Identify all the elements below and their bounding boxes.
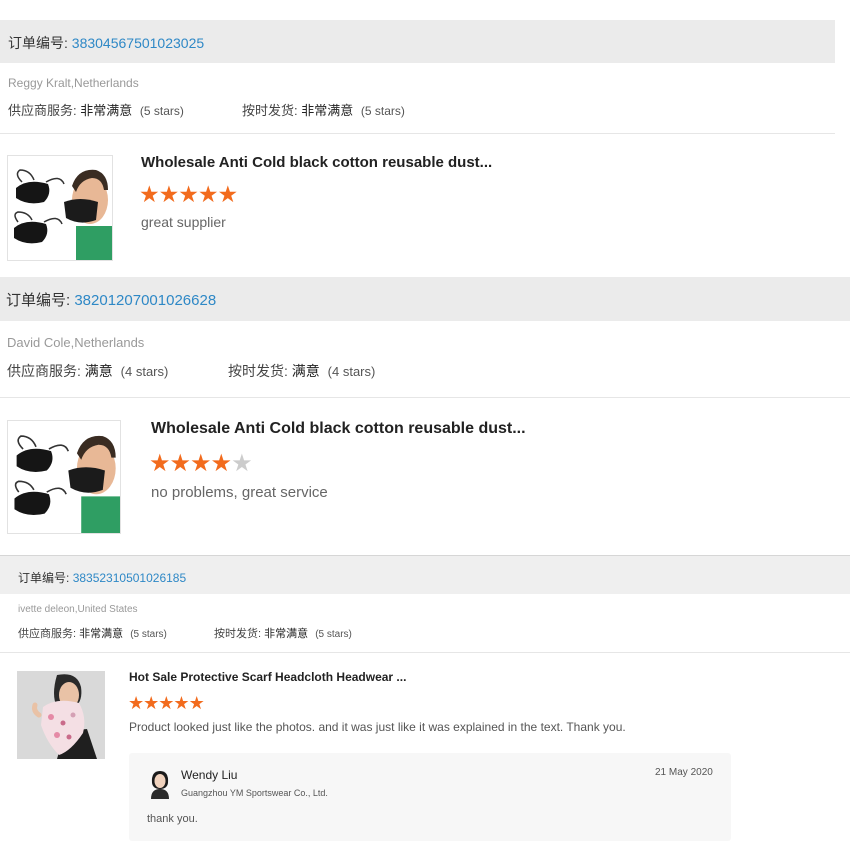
shipping-rating: 按时发货: 满意 (4 stars) <box>228 363 376 379</box>
star-icon: ★ <box>158 181 180 207</box>
review-comment: Product looked just like the photos. and… <box>129 720 626 734</box>
reply-text: thank you. <box>147 813 198 825</box>
supplier-reply: Wendy Liu Guangzhou YM Sportswear Co., L… <box>129 753 731 841</box>
order-number-label: 订单编号: <box>6 292 71 309</box>
avatar-icon <box>147 769 173 799</box>
buyer-name: Reggy Kralt,Netherlands <box>8 76 139 90</box>
review-comment: no problems, great service <box>151 484 328 501</box>
divider <box>0 397 850 398</box>
product-title[interactable]: Wholesale Anti Cold black cotton reusabl… <box>151 420 526 438</box>
shipping-rating: 按时发货: 非常满意 (5 stars) <box>214 628 352 640</box>
star-icon: ★ <box>188 693 205 713</box>
shipping-rating: 按时发货: 非常满意 (5 stars) <box>242 103 405 118</box>
mask-product-image[interactable] <box>7 420 121 534</box>
star-icon: ★ <box>210 450 232 477</box>
star-icon: ★ <box>173 693 189 713</box>
star-icon: ★ <box>231 450 252 477</box>
scarf-product-image[interactable] <box>17 671 105 759</box>
divider <box>0 133 835 134</box>
service-rating: 供应商服务: 满意 (4 stars) <box>7 363 169 379</box>
star-icon: ★ <box>217 181 239 207</box>
order-number-link[interactable]: 38352310501026185 <box>73 571 186 585</box>
service-rating: 供应商服务: 非常满意 (5 stars) <box>18 628 167 640</box>
star-icon: ★ <box>197 181 219 207</box>
star-icon: ★ <box>169 450 191 477</box>
star-icon: ★ <box>178 181 199 207</box>
buyer-name: ivette deleon,United States <box>18 604 138 615</box>
product-title[interactable]: Wholesale Anti Cold black cotton reusabl… <box>141 154 492 171</box>
review-comment: great supplier <box>141 214 226 230</box>
reply-date: 21 May 2020 <box>655 767 713 778</box>
service-rating: 供应商服务: 非常满意 (5 stars) <box>8 103 184 118</box>
mask-product-image[interactable] <box>7 155 113 261</box>
star-icon: ★ <box>143 693 159 713</box>
order-number-label: 订单编号: <box>18 571 70 585</box>
order-number-link[interactable]: 38304567501023025 <box>72 35 204 51</box>
product-title[interactable]: Hot Sale Protective Scarf Headcloth Head… <box>129 670 406 684</box>
star-icon: ★ <box>158 693 174 713</box>
reply-author-name: Wendy Liu <box>181 768 238 782</box>
order-number-label: 订单编号: <box>8 35 68 51</box>
reply-company: Guangzhou YM Sportswear Co., Ltd. <box>181 788 328 798</box>
order-header: 订单编号: 38304567501023025 <box>0 20 835 63</box>
order-header: 订单编号: 38352310501026185 <box>0 556 850 594</box>
divider <box>0 652 850 653</box>
order-header: 订单编号: 38201207001026628 <box>0 277 850 321</box>
buyer-name: David Cole,Netherlands <box>7 335 145 350</box>
rating-stars: ★★★★★ <box>139 181 239 208</box>
rating-stars: ★★★★★ <box>128 693 205 714</box>
star-icon: ★ <box>128 693 144 713</box>
order-number-link[interactable]: 38201207001026628 <box>74 292 216 309</box>
star-icon: ★ <box>139 181 160 207</box>
rating-stars: ★★★★★ <box>149 449 253 478</box>
star-icon: ★ <box>149 450 170 477</box>
star-icon: ★ <box>190 450 211 477</box>
